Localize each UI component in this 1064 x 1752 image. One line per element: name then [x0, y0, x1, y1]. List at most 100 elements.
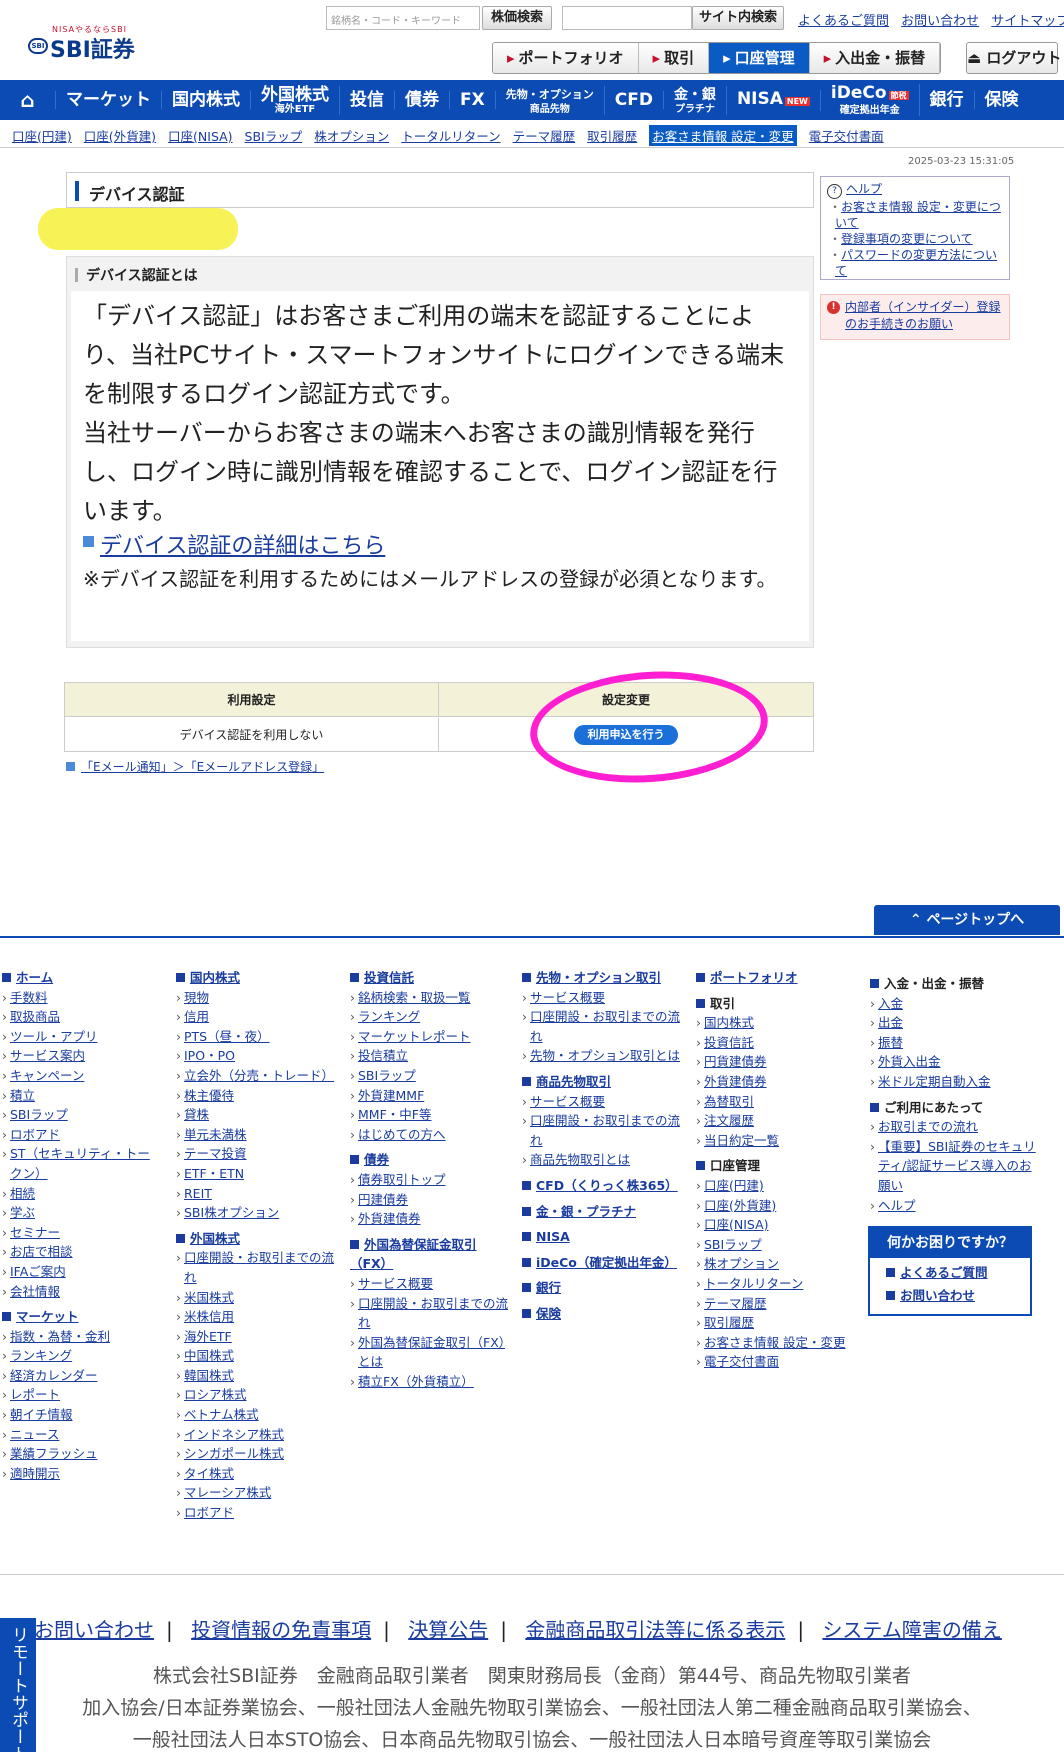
- footer-link[interactable]: サービス概要: [358, 1276, 433, 1291]
- footer-link[interactable]: IFAご案内: [10, 1264, 66, 1279]
- footer-link[interactable]: MMF・中F等: [358, 1107, 431, 1122]
- nav-ideco[interactable]: iDeCo 節税 確定拠出年金: [821, 84, 920, 116]
- footer-link[interactable]: 現物: [184, 990, 209, 1005]
- nav-bonds[interactable]: 債券: [395, 91, 450, 109]
- footer-link[interactable]: 相続: [10, 1186, 35, 1201]
- footer-link[interactable]: 取引履歴: [704, 1315, 754, 1330]
- subnav-portfolio[interactable]: ポートフォリオ: [493, 43, 639, 73]
- subtab-wrap[interactable]: SBIラップ: [245, 129, 303, 144]
- footer-link[interactable]: ヘルプ: [878, 1198, 916, 1213]
- footer-link[interactable]: 円貨建債券: [704, 1054, 767, 1069]
- footer-link[interactable]: ニュース: [10, 1427, 59, 1442]
- footer-link[interactable]: ロシア株式: [184, 1387, 247, 1402]
- nav-bank[interactable]: 銀行: [920, 91, 975, 109]
- subtab-history[interactable]: 取引履歴: [587, 129, 637, 144]
- subtab-total-return[interactable]: トータルリターン: [401, 129, 500, 144]
- subnav-deposit[interactable]: 入出金・振替: [809, 43, 941, 73]
- footer-link[interactable]: 貸株: [184, 1107, 209, 1122]
- footer-link[interactable]: 注文履歴: [704, 1113, 754, 1128]
- help-item-registration[interactable]: 登録事項の変更について: [841, 232, 973, 246]
- footer-link[interactable]: REIT: [184, 1186, 212, 1201]
- footer-link[interactable]: SBIラップ: [10, 1107, 68, 1122]
- footer-link[interactable]: テーマ投資: [184, 1146, 247, 1161]
- footer-link[interactable]: トータルリターン: [704, 1276, 803, 1291]
- subtab-foreign[interactable]: 口座(外貨建): [84, 129, 156, 144]
- footer-link[interactable]: タイ株式: [184, 1466, 234, 1481]
- footer-link[interactable]: セミナー: [10, 1225, 60, 1240]
- footer-link[interactable]: 国内株式: [704, 1015, 754, 1030]
- footer-link[interactable]: ランキング: [10, 1348, 72, 1363]
- footer-link[interactable]: 外貨建MMF: [358, 1088, 424, 1103]
- footer-link[interactable]: PTS（昼・夜）: [184, 1029, 270, 1044]
- footer-link[interactable]: 海外ETF: [184, 1329, 232, 1344]
- footer-link[interactable]: 当日約定一覧: [704, 1133, 779, 1148]
- footer-section-link[interactable]: マーケット: [16, 1309, 79, 1324]
- contact-link[interactable]: お問い合わせ: [901, 14, 979, 29]
- subnav-account[interactable]: 口座管理: [709, 43, 810, 73]
- site-search-button[interactable]: サイト内検索: [692, 6, 784, 30]
- footer-link[interactable]: ST（セキュリティ・トークン）: [10, 1146, 150, 1181]
- footer-link[interactable]: 口座開設・お取引までの流れ: [530, 1113, 680, 1148]
- footer-link[interactable]: 手数料: [10, 990, 48, 1005]
- footer-link[interactable]: ロボアド: [184, 1505, 234, 1520]
- footer-link[interactable]: 口座開設・お取引までの流れ: [358, 1296, 508, 1331]
- help-item-customer-info[interactable]: お客さま情報 設定・変更について: [835, 200, 1001, 230]
- footer-link[interactable]: お取引までの流れ: [878, 1119, 978, 1134]
- help-item-password[interactable]: パスワードの変更方法について: [835, 248, 997, 278]
- footer-link[interactable]: 外貨建債券: [704, 1074, 767, 1089]
- footer-link[interactable]: 米国株式: [184, 1290, 234, 1305]
- nav-market[interactable]: マーケット: [56, 91, 162, 109]
- subnav-trade[interactable]: 取引: [638, 43, 710, 73]
- nav-cfd[interactable]: CFD: [605, 91, 664, 109]
- footer-section-link[interactable]: ポートフォリオ: [710, 970, 798, 985]
- footer-link[interactable]: 指数・為替・金利: [10, 1329, 110, 1344]
- subtab-stock-option[interactable]: 株オプション: [314, 129, 389, 144]
- nav-domestic-stock[interactable]: 国内株式: [162, 91, 251, 109]
- nav-insurance[interactable]: 保険: [975, 91, 1029, 109]
- footer-link[interactable]: 単元未満株: [184, 1127, 247, 1142]
- footer-link[interactable]: マーケットレポート: [358, 1029, 471, 1044]
- footer-link[interactable]: 中国株式: [184, 1348, 234, 1363]
- nav-foreign-stock[interactable]: 外国株式 海外ETF: [251, 85, 340, 115]
- detail-link[interactable]: デバイス認証の詳細はこちら: [100, 534, 385, 559]
- footer-link[interactable]: インドネシア株式: [184, 1427, 284, 1442]
- footer-link[interactable]: シンガポール株式: [184, 1446, 284, 1461]
- footer-link[interactable]: 米株信用: [184, 1309, 234, 1324]
- footer-section-link[interactable]: iDeCo（確定拠出年金）: [536, 1255, 677, 1270]
- footer-section-link[interactable]: 金・銀・プラチナ: [536, 1204, 636, 1219]
- site-search-input[interactable]: [562, 6, 692, 30]
- subtab-nisa[interactable]: 口座(NISA): [168, 129, 233, 144]
- remote-support-tab[interactable]: リモートサポート: [0, 1618, 36, 1752]
- nav-futures[interactable]: 先物・オプション 商品先物: [496, 85, 605, 115]
- footer-link[interactable]: SBI株オプション: [184, 1205, 279, 1220]
- subtab-theme[interactable]: テーマ履歴: [513, 129, 576, 144]
- footer-link[interactable]: テーマ履歴: [704, 1296, 767, 1311]
- footer-link[interactable]: サービス概要: [530, 1094, 605, 1109]
- footer-section-link[interactable]: 取引: [710, 996, 735, 1011]
- help-panel-faq[interactable]: よくあるご質問: [900, 1265, 988, 1280]
- footer-section-link[interactable]: 入金・出金・振替: [884, 976, 984, 991]
- page-top-button[interactable]: ⌃ ページトップへ: [874, 905, 1060, 935]
- bottom-link-disclaimer[interactable]: 投資情報の免責事項: [191, 1618, 371, 1642]
- footer-link[interactable]: 【重要】SBI証券のセキュリティ/認証サービス導入のお願い: [878, 1139, 1036, 1193]
- footer-link[interactable]: 学ぶ: [10, 1205, 35, 1220]
- footer-link[interactable]: レポート: [10, 1387, 60, 1402]
- logout-button[interactable]: ⏏ ログアウト: [966, 42, 1061, 74]
- footer-link[interactable]: 米ドル定期自動入金: [878, 1074, 991, 1089]
- footer-section-link[interactable]: 外国為替保証金取引（FX）: [350, 1237, 477, 1272]
- footer-section-link[interactable]: NISA: [536, 1229, 570, 1244]
- footer-link[interactable]: 信用: [184, 1009, 209, 1024]
- footer-section-link[interactable]: 外国株式: [190, 1231, 240, 1246]
- footer-link[interactable]: 振替: [878, 1035, 903, 1050]
- footer-link[interactable]: 口座(NISA): [704, 1217, 769, 1232]
- footer-link[interactable]: マレーシア株式: [184, 1485, 271, 1500]
- footer-link[interactable]: 業績フラッシュ: [10, 1446, 98, 1461]
- subtab-customer-info[interactable]: お客さま情報 設定・変更: [652, 129, 793, 144]
- footer-link[interactable]: 電子交付書面: [704, 1354, 779, 1369]
- footer-link[interactable]: 外国為替保証金取引（FX）とは: [358, 1335, 505, 1370]
- footer-section-link[interactable]: 債券: [364, 1152, 389, 1167]
- subtab-e-documents[interactable]: 電子交付書面: [809, 129, 884, 144]
- footer-link[interactable]: 取扱商品: [10, 1009, 60, 1024]
- footer-link[interactable]: 積立FX（外貨積立）: [358, 1374, 474, 1389]
- footer-link[interactable]: 会社情報: [10, 1284, 60, 1299]
